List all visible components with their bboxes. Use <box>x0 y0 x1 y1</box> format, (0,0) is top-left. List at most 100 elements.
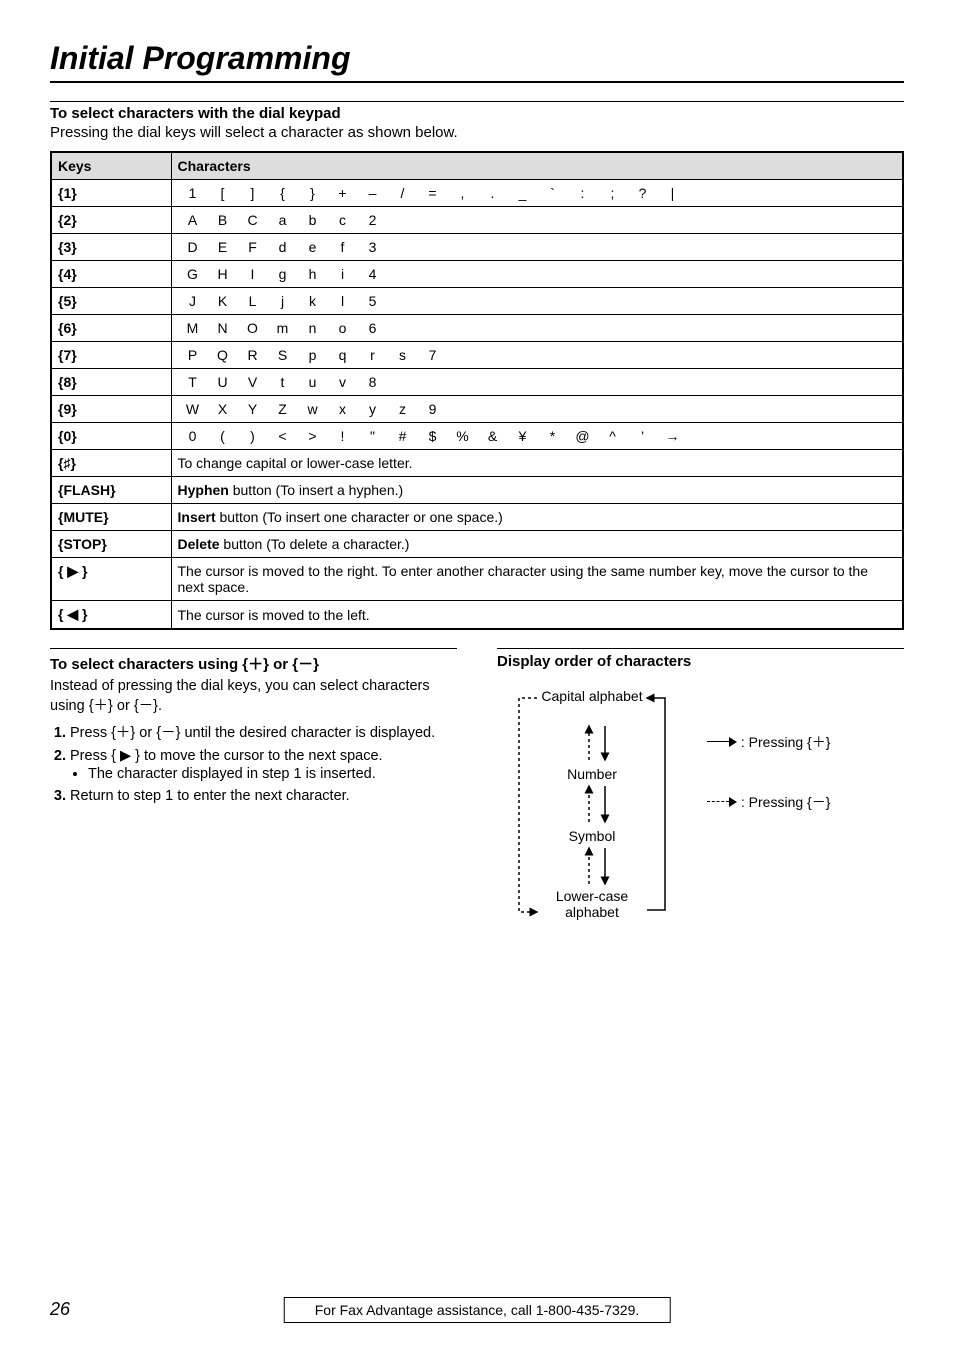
chars-cell: TUVtuv8 <box>171 369 903 396</box>
char: . <box>478 185 508 201</box>
char: = <box>418 185 448 201</box>
char: → <box>658 428 688 444</box>
char: D <box>178 239 208 255</box>
table-row: {♯}To change capital or lower-case lette… <box>51 450 903 477</box>
char: b <box>298 212 328 228</box>
characters-table: Keys Characters {1}1[]{}+–/=,._`:;?|{2}A… <box>50 151 904 630</box>
char: Z <box>268 401 298 417</box>
key-cell: {MUTE} <box>51 504 171 531</box>
table-row: {6}MNOmno6 <box>51 315 903 342</box>
key-cell: {♯} <box>51 450 171 477</box>
char: 4 <box>358 266 388 282</box>
key-cell: {2} <box>51 207 171 234</box>
char: q <box>328 347 358 363</box>
char: M <box>178 320 208 336</box>
char: : <box>568 185 598 201</box>
char: U <box>208 374 238 390</box>
char: & <box>478 428 508 444</box>
key-cell: { ◀ } <box>51 601 171 630</box>
key-cell: {STOP} <box>51 531 171 558</box>
char: I <box>238 266 268 282</box>
char: 5 <box>358 293 388 309</box>
char: 8 <box>358 374 388 390</box>
char: ` <box>538 185 568 201</box>
char: 2 <box>358 212 388 228</box>
char: ? <box>628 185 658 201</box>
char: f <box>328 239 358 255</box>
order-diagram: Capital alphabet Number Symbol Lower-cas… <box>497 680 904 980</box>
key-cell: {7} <box>51 342 171 369</box>
char: ) <box>238 428 268 444</box>
char: Q <box>208 347 238 363</box>
section1-desc: Pressing the dial keys will select a cha… <box>50 124 904 141</box>
section2-intro: Instead of pressing the dial keys, you c… <box>50 678 457 715</box>
char: | <box>658 185 688 201</box>
legend-minus: : Pressing {－} <box>707 792 830 812</box>
char: u <box>298 374 328 390</box>
char: h <box>298 266 328 282</box>
char: V <box>238 374 268 390</box>
steps-list: Press {＋} or {－} until the desired chara… <box>50 721 457 804</box>
char: i <box>328 266 358 282</box>
char: E <box>208 239 238 255</box>
table-row: {2}ABCabc2 <box>51 207 903 234</box>
title-underline <box>50 81 904 83</box>
char: H <box>208 266 238 282</box>
char: > <box>298 428 328 444</box>
char: e <box>298 239 328 255</box>
table-row: { ◀ }The cursor is moved to the left. <box>51 601 903 630</box>
char: g <box>268 266 298 282</box>
key-cell: {5} <box>51 288 171 315</box>
table-header-row: Keys Characters <box>51 152 903 180</box>
table-row: { ▶ }The cursor is moved to the right. T… <box>51 558 903 601</box>
legend-plus-text: : Pressing {＋} <box>741 734 831 750</box>
char: 9 <box>418 401 448 417</box>
char: A <box>178 212 208 228</box>
char: z <box>388 401 418 417</box>
char: ] <box>238 185 268 201</box>
legend-minus-text: : Pressing {－} <box>741 794 831 810</box>
char: m <box>268 320 298 336</box>
table-row: {5}JKLjkl5 <box>51 288 903 315</box>
char: 0 <box>178 428 208 444</box>
char: r <box>358 347 388 363</box>
char: < <box>268 428 298 444</box>
char: v <box>328 374 358 390</box>
legend-plus: : Pressing {＋} <box>707 732 830 752</box>
section3-heading: Display order of characters <box>497 648 904 670</box>
list-item: Press {＋} or {－} until the desired chara… <box>70 721 457 742</box>
solid-arrow-icon <box>707 737 737 747</box>
key-cell: {6} <box>51 315 171 342</box>
char: a <box>268 212 298 228</box>
char: w <box>298 401 328 417</box>
table-row: {4} GHIghi4 <box>51 261 903 288</box>
char: % <box>448 428 478 444</box>
char: # <box>388 428 418 444</box>
char: P <box>178 347 208 363</box>
char: x <box>328 401 358 417</box>
char: ; <box>598 185 628 201</box>
desc-cell: The cursor is moved to the left. <box>171 601 903 630</box>
col-keys: Keys <box>51 152 171 180</box>
char: p <box>298 347 328 363</box>
char: / <box>388 185 418 201</box>
char: 6 <box>358 320 388 336</box>
char: k <box>298 293 328 309</box>
key-cell: {4} <box>51 261 171 288</box>
char: o <box>328 320 358 336</box>
col-chars: Characters <box>171 152 903 180</box>
page-number: 26 <box>50 1299 70 1320</box>
chars-cell: 0()<>!"#$%&¥*@^’→ <box>171 423 903 450</box>
right-column: Display order of characters Capital alph… <box>497 648 904 980</box>
char: G <box>178 266 208 282</box>
left-column: To select characters using {＋} or {－} In… <box>50 648 457 980</box>
table-row: {0}0()<>!"#$%&¥*@^’→ <box>51 423 903 450</box>
char: { <box>268 185 298 201</box>
char: " <box>358 428 388 444</box>
char: C <box>238 212 268 228</box>
char: N <box>208 320 238 336</box>
chars-cell: JKLjkl5 <box>171 288 903 315</box>
key-cell: { ▶ } <box>51 558 171 601</box>
arrows-svg <box>497 680 697 960</box>
char: B <box>208 212 238 228</box>
